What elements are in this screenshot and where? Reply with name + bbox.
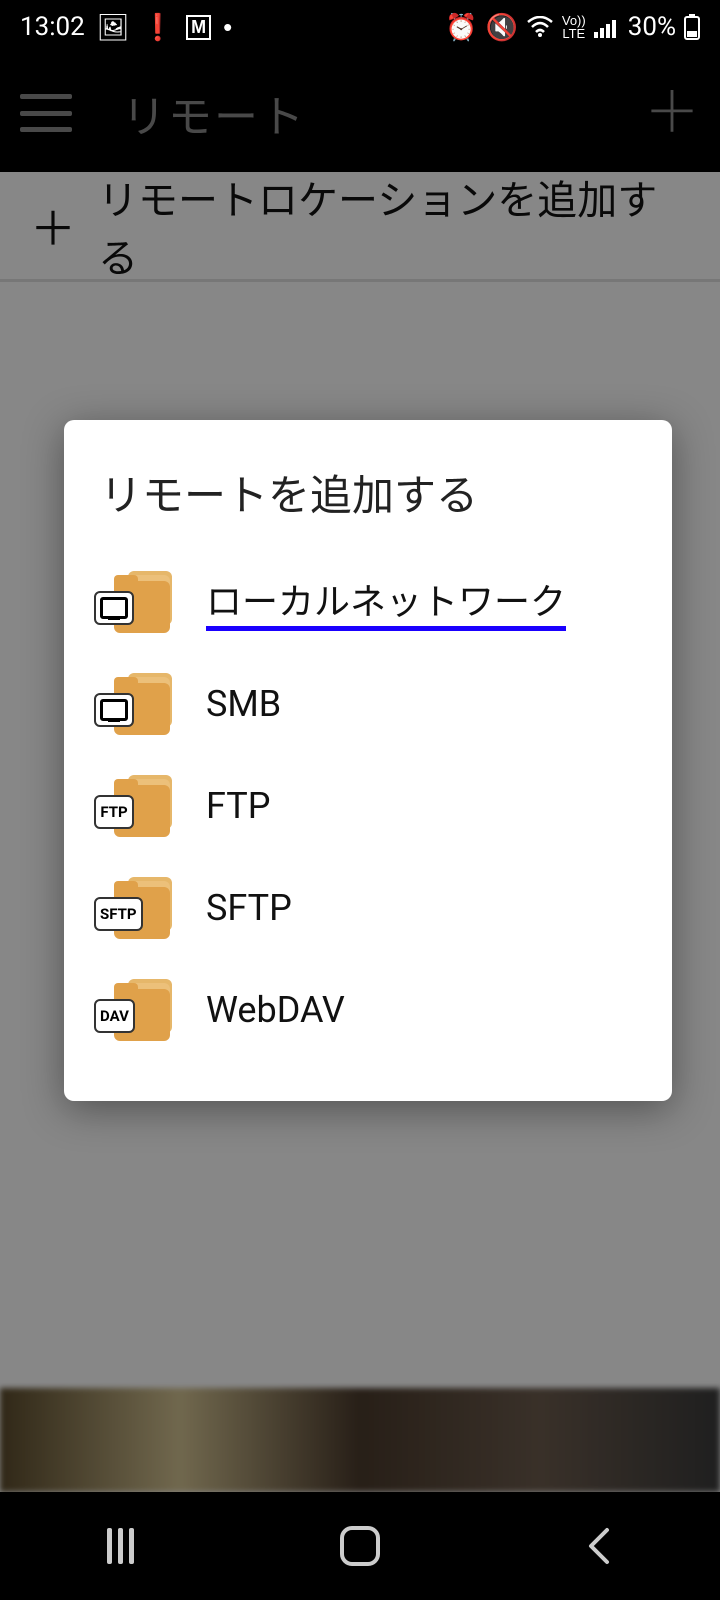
nav-back-button[interactable] xyxy=(560,1521,640,1571)
battery-icon xyxy=(684,14,700,40)
more-notifications-icon: • xyxy=(223,12,232,43)
dialog-item-label: ローカルネットワーク xyxy=(206,573,566,631)
status-left: 13:02 🖼 ❗ M • xyxy=(20,12,232,43)
ftp-badge-icon: FTP xyxy=(94,795,134,829)
dialog-item-ftp[interactable]: FTP FTP xyxy=(64,755,672,857)
alarm-icon: ⏰ xyxy=(445,12,477,43)
status-time: 13:02 xyxy=(20,12,85,42)
dialog-item-webdav[interactable]: DAV WebDAV xyxy=(64,959,672,1061)
status-right: ⏰ 🔇 Vo))LTE 30% xyxy=(445,12,700,43)
dav-badge-icon: DAV xyxy=(94,999,135,1033)
monitor-badge-icon xyxy=(94,591,134,625)
add-remote-dialog: リモートを追加する ローカルネットワーク SMB FTP FTP SFTP SF… xyxy=(64,420,672,1101)
nav-home-button[interactable] xyxy=(320,1521,400,1571)
gallery-icon: 🖼 xyxy=(97,12,130,43)
status-bar: 13:02 🖼 ❗ M • ⏰ 🔇 Vo))LTE 30% xyxy=(0,0,720,54)
navigation-bar xyxy=(0,1492,720,1600)
dialog-item-local-network[interactable]: ローカルネットワーク xyxy=(64,551,672,653)
gmail-icon: M xyxy=(186,15,211,40)
volte-icon: Vo))LTE xyxy=(562,14,586,40)
dialog-item-sftp[interactable]: SFTP SFTP xyxy=(64,857,672,959)
dialog-item-label: SFTP xyxy=(206,887,292,929)
signal-icon xyxy=(594,16,620,38)
dialog-item-smb[interactable]: SMB xyxy=(64,653,672,755)
dialog-item-label: WebDAV xyxy=(206,989,345,1031)
folder-icon: FTP xyxy=(100,773,176,839)
monitor-badge-icon xyxy=(94,693,134,727)
dialog-item-label: FTP xyxy=(206,785,270,827)
folder-icon: SFTP xyxy=(100,875,176,941)
dialog-item-label: SMB xyxy=(206,683,281,725)
sftp-badge-icon: SFTP xyxy=(94,897,143,931)
dialog-title: リモートを追加する xyxy=(64,462,672,551)
battery-percent: 30% xyxy=(628,12,676,42)
notification-icon: ❗ xyxy=(142,12,174,43)
folder-icon: DAV xyxy=(100,977,176,1043)
folder-icon xyxy=(100,569,176,635)
wifi-icon xyxy=(526,16,554,38)
folder-icon xyxy=(100,671,176,737)
vibrate-icon: 🔇 xyxy=(486,12,518,43)
nav-recent-button[interactable] xyxy=(80,1521,160,1571)
